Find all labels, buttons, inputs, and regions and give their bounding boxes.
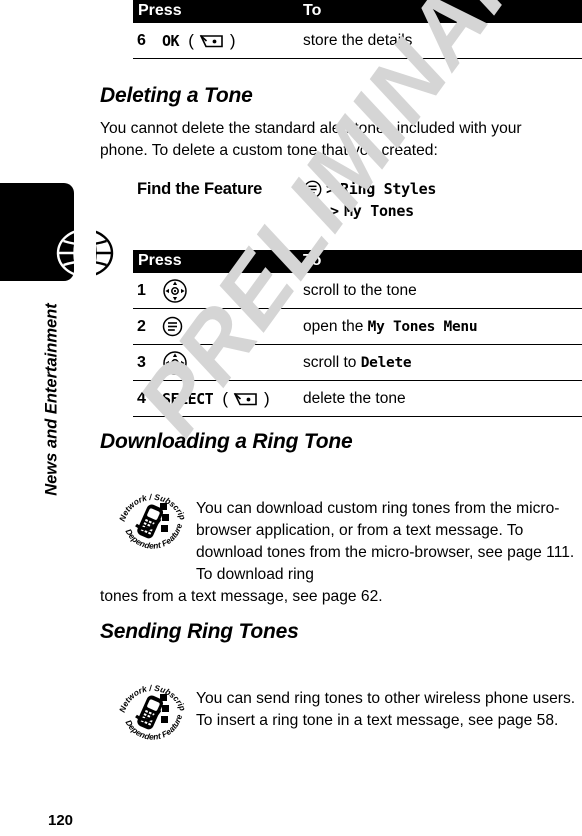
path-item-ring-styles: Ring Styles	[340, 180, 437, 198]
paragraph-deleting-a-tone: You cannot delete the standard alert ton…	[100, 120, 522, 159]
paren-close: )	[263, 388, 270, 408]
table-row: 6 OK ( ) store the details	[133, 23, 582, 59]
step-description: store the details	[303, 31, 413, 49]
page-content: Press To 6 OK ( ) store the details Dele…	[0, 0, 582, 836]
table-store-details: Press To 6 OK ( ) store the details	[133, 0, 582, 62]
step-text: scroll to the tone	[303, 281, 417, 299]
table-header-row: Press To	[133, 0, 582, 23]
softkey-label: OK	[162, 31, 180, 50]
paragraph-sending-ring-tones: You can send ring tones to other wireles…	[196, 690, 576, 729]
step-description: delete the tone	[303, 381, 582, 417]
table-row: 2 open the My Tones Menu	[133, 309, 582, 345]
step-number: 2	[137, 317, 146, 335]
step-press-cell: SELECT ( )	[162, 381, 303, 417]
find-the-feature-path: > Ring Styles > My Tones	[303, 178, 436, 222]
paragraph-downloading-part1: You can download custom ring tones from …	[196, 500, 575, 583]
navigation-key-icon	[163, 350, 187, 375]
step-text: scroll to	[303, 353, 361, 371]
paren-close: )	[229, 30, 236, 50]
step-description: scroll to Delete	[303, 345, 582, 381]
table-header-row: Press To	[133, 250, 582, 273]
navigation-key-icon	[163, 278, 187, 303]
path-separator-2: >	[330, 202, 340, 220]
table-row: 4 SELECT ( ) delete the tone	[133, 381, 582, 417]
path-line-1: > Ring Styles	[303, 178, 436, 200]
menu-key-icon	[162, 316, 183, 337]
find-the-feature-label: Find the Feature	[137, 180, 263, 198]
step-number: 6	[137, 31, 146, 49]
step-text-mono: Delete	[360, 354, 412, 371]
table-row: 1 scroll to the tone	[133, 273, 582, 309]
step-text-mono: My Tones Menu	[367, 318, 478, 335]
heading-deleting-a-tone: Deleting a Tone	[100, 84, 253, 107]
step-number: 1	[137, 281, 146, 299]
step-number: 3	[137, 353, 146, 371]
table-delete-tone-steps: Press To 1 scroll to the tone 2 open the…	[133, 250, 582, 420]
softkey-label: SELECT	[162, 389, 214, 408]
table-bottom-rule	[133, 416, 582, 420]
menu-key-icon	[303, 180, 322, 198]
network-subscription-dependent-feature-icon: Network / Subscription Dependent Feature	[116, 485, 188, 551]
step-press-cell	[162, 345, 303, 381]
table-bottom-rule	[133, 58, 582, 62]
network-subscription-dependent-feature-icon: Network / Subscription Dependent Feature	[116, 676, 188, 742]
path-separator: >	[326, 180, 336, 198]
softkey-right-icon	[234, 392, 258, 406]
paragraph-downloading-part2: tones from a text message, see page 62.	[100, 588, 383, 605]
path-item-my-tones: My Tones	[344, 202, 414, 220]
column-header-press: Press	[138, 251, 182, 269]
column-header-to: To	[303, 251, 322, 269]
column-header-to: To	[303, 1, 322, 19]
step-description: open the My Tones Menu	[303, 309, 582, 345]
step-press-cell	[162, 273, 303, 309]
step-press-cell: OK ( )	[162, 23, 303, 59]
step-press-cell	[162, 309, 303, 345]
paren-open: (	[217, 388, 229, 408]
softkey-right-icon	[200, 34, 224, 48]
heading-sending-ring-tones: Sending Ring Tones	[100, 620, 299, 643]
step-number: 4	[137, 389, 146, 407]
step-text: open the	[303, 317, 368, 335]
step-text: delete the tone	[303, 389, 406, 407]
path-line-2: > My Tones	[303, 200, 436, 222]
paren-open: (	[183, 30, 194, 50]
column-header-press: Press	[138, 1, 182, 19]
table-row: 3 scroll to Delete	[133, 345, 582, 381]
heading-downloading-a-ring-tone: Downloading a Ring Tone	[100, 430, 353, 453]
step-description: scroll to the tone	[303, 273, 582, 309]
